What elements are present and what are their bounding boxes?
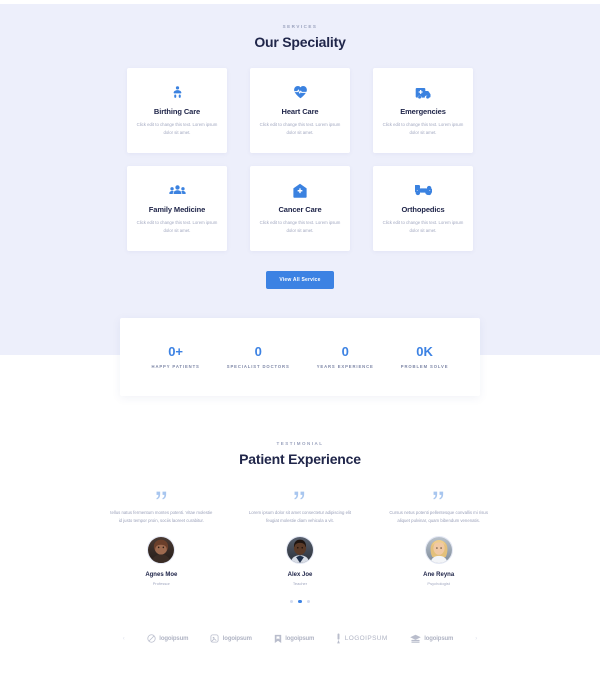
service-card-description: Click edit to change this text. Lorem ip… — [136, 121, 218, 135]
stat-item: 0 SPECIALIST DOCTORS — [227, 345, 290, 369]
stats-card: 0+ HAPPY PATIENTS 0 SPECIALIST DOCTORS 0 YEAR… — [120, 318, 480, 396]
testimonial-text: Lorem ipsum dolor sit amet consectetur a… — [248, 510, 352, 523]
avatar-agnes-moe — [147, 535, 176, 564]
testimonial-name: Alex Joe — [287, 571, 313, 578]
stat-item: 0+ HAPPY PATIENTS — [152, 345, 200, 369]
stat-label: PROBLEM SOLVE — [400, 364, 449, 369]
service-card-title: Cancer Care — [278, 204, 322, 214]
testimonials-title: Patient Experience — [239, 451, 361, 467]
partner-logo-text: logoipsum — [424, 635, 454, 642]
cta-container: View All Service — [0, 268, 600, 289]
logo-next-arrow-icon[interactable]: › — [475, 636, 477, 642]
service-card-title: Emergencies — [400, 106, 446, 116]
page-root: SERVICES Our Speciality Birthing Care Cli… — [0, 0, 600, 644]
service-card-title: Family Medicine — [148, 204, 206, 214]
stat-value: 0 — [341, 344, 349, 359]
quote-mark-icon — [294, 489, 305, 500]
carousel-dots — [0, 599, 600, 604]
testimonial-name: Agnes Moe — [145, 571, 178, 578]
carousel-dot[interactable] — [289, 599, 294, 604]
services-eyebrow: SERVICES — [282, 24, 318, 29]
testimonials-grid: tellus natus fermentum montes potenti. V… — [100, 489, 500, 586]
partner-logo: logoipsum — [210, 634, 252, 643]
partner-logo-text: LOGOIPSUM — [344, 635, 388, 643]
service-card-description: Click edit to change this text. Lorem ip… — [259, 219, 341, 233]
stack-mark — [409, 634, 421, 644]
quote-mark-icon — [433, 489, 444, 500]
heart-pulse-icon — [293, 85, 308, 100]
testimonials-section: TESTIMONIAL Patient Experience tellus na… — [0, 441, 600, 604]
hospital-home-icon — [293, 183, 307, 198]
partner-logo-text: logoipsum — [159, 635, 189, 642]
partner-logo: logoipsum — [274, 634, 314, 644]
logo-prev-arrow-icon[interactable]: ‹ — [123, 636, 125, 642]
services-grid: Birthing Care Click edit to change this t… — [127, 68, 473, 251]
services-section: SERVICES Our Speciality Birthing Care Cli… — [0, 0, 600, 289]
partner-logo-text: logoipsum — [285, 635, 315, 642]
testimonial-item: Cursus netus potenti pellentesque conval… — [377, 489, 500, 586]
pin-mark — [336, 633, 341, 644]
avatar-ane-reyna — [424, 535, 453, 564]
service-card-title: Orthopedics — [401, 204, 445, 214]
bookmark-mark — [274, 634, 282, 644]
testimonial-name: Ane Reyna — [423, 571, 455, 578]
people-group-icon — [168, 183, 186, 198]
stat-value: 0 — [254, 344, 262, 359]
testimonial-text: Cursus netus potenti pellentesque conval… — [389, 510, 488, 523]
service-card-title: Birthing Care — [153, 106, 201, 116]
stat-label: HAPPY PATIENTS — [151, 364, 200, 369]
testimonial-role: Teacher — [292, 580, 308, 586]
carousel-dot[interactable] — [298, 599, 302, 604]
partner-logo: LOGOIPSUM — [336, 633, 387, 644]
service-card[interactable]: Family Medicine Click edit to change this… — [127, 166, 227, 251]
testimonial-role: Professor — [152, 580, 170, 586]
stat-label: SPECIALIST DOCTORS — [226, 364, 290, 369]
testimonials-eyebrow: TESTIMONIAL — [276, 441, 324, 446]
baby-icon — [170, 85, 185, 100]
testimonial-text: tellus natus fermentum montes potenti. V… — [110, 510, 213, 523]
rounded-square-mark — [210, 634, 219, 643]
service-card-description: Click edit to change this text. Lorem ip… — [136, 219, 218, 233]
service-card-description: Click edit to change this text. Lorem ip… — [382, 121, 464, 135]
service-card[interactable]: Orthopedics Click edit to change this tex… — [373, 166, 473, 251]
testimonial-item: tellus natus fermentum montes potenti. V… — [100, 489, 223, 586]
testimonial-role: Psychologist — [427, 580, 450, 586]
testimonials-heading: TESTIMONIAL Patient Experience — [0, 441, 600, 467]
ambulance-icon — [415, 85, 432, 100]
partner-logo-text: logoipsum — [222, 635, 252, 642]
avatar-alex-joe — [285, 535, 314, 564]
service-card-description: Click edit to change this text. Lorem ip… — [259, 121, 341, 135]
stat-label: YEARS EXPERIENCE — [316, 364, 374, 369]
quote-mark-icon — [156, 489, 167, 500]
stat-item: 0 YEARS EXPERIENCE — [317, 345, 374, 369]
partner-logo: logoipsum — [409, 634, 454, 644]
view-all-service-button[interactable]: View All Service — [266, 271, 334, 289]
service-card[interactable]: Cancer Care Click edit to change this tex… — [250, 166, 350, 251]
stat-item: 0K PROBLEM SOLVE — [401, 345, 449, 369]
partner-logo: logoipsum — [147, 634, 188, 643]
service-card-description: Click edit to change this text. Lorem ip… — [382, 219, 464, 233]
service-card[interactable]: Emergencies Click edit to change this tex… — [373, 68, 473, 153]
stat-value: 0K — [416, 344, 433, 359]
services-title: Our Speciality — [254, 34, 346, 50]
service-card-title: Heart Care — [281, 106, 319, 116]
testimonial-item: Lorem ipsum dolor sit amet consectetur a… — [239, 489, 362, 586]
bone-icon — [414, 183, 432, 198]
stat-value: 0+ — [168, 344, 184, 359]
circle-slash-mark — [147, 634, 156, 643]
service-card[interactable]: Birthing Care Click edit to change this t… — [127, 68, 227, 153]
service-card[interactable]: Heart Care Click edit to change this text… — [250, 68, 350, 153]
carousel-dot[interactable] — [306, 599, 311, 604]
logo-strip: ‹ logoipsum logoipsum logoipsum LOGOIPSUM log… — [0, 633, 600, 644]
